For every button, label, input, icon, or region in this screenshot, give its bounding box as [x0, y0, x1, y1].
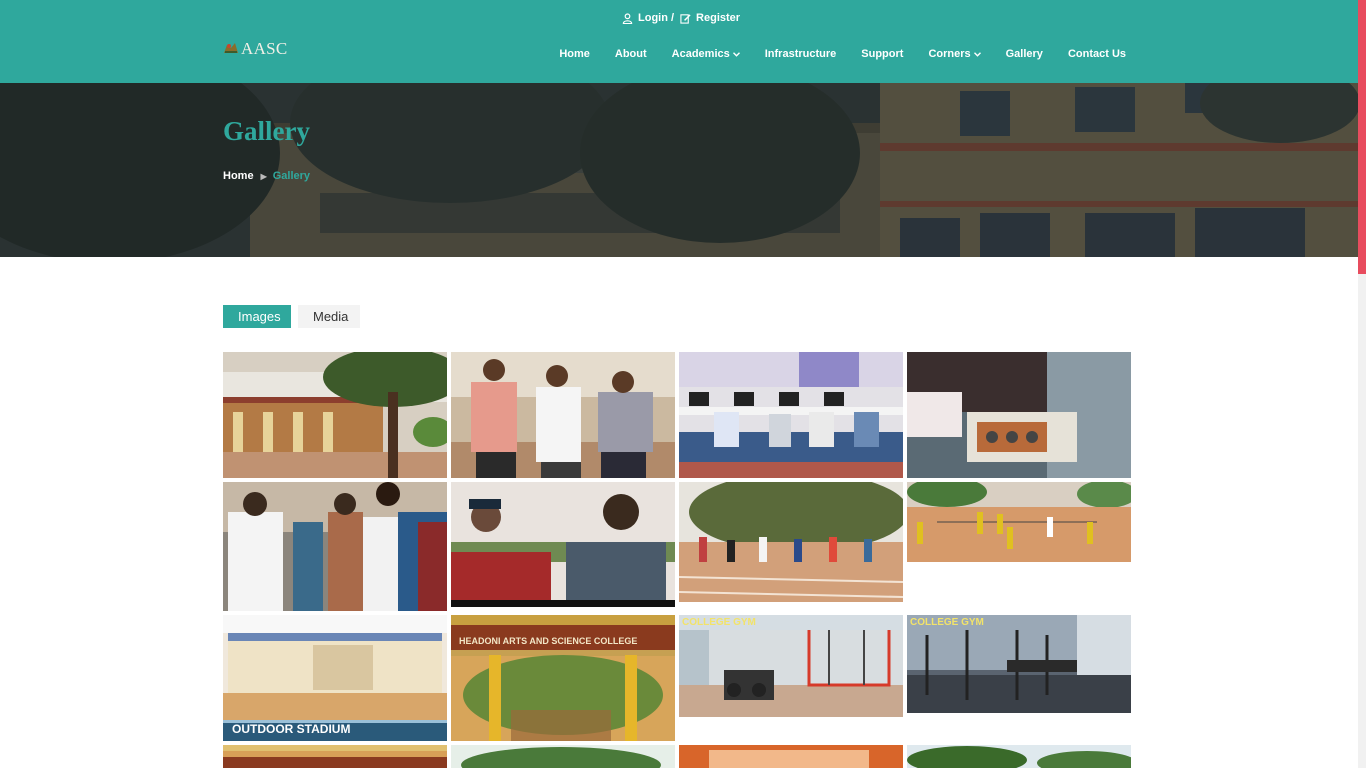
nav-gallery-label: Gallery	[1005, 48, 1043, 60]
gallery-image-garden[interactable]	[907, 745, 1131, 768]
user-icon	[622, 12, 633, 24]
page-scrollbar[interactable]	[1358, 0, 1366, 768]
nav-corners[interactable]: Corners	[928, 48, 981, 60]
register-label: Register	[696, 12, 741, 24]
gallery-image-track-race[interactable]	[679, 482, 903, 607]
college-gym-caption: COLLEGE GYM	[682, 617, 756, 628]
college-name-sign: HEADONI ARTS AND SCIENCE COLLEGE	[459, 636, 638, 646]
register-link[interactable]: Register	[680, 12, 740, 24]
gallery-image-visitors[interactable]	[451, 482, 675, 607]
tab-media[interactable]: Media	[298, 305, 360, 328]
account-bar: Login / Register	[622, 10, 740, 26]
gallery-image-award-handshake[interactable]	[223, 482, 447, 611]
gallery-image-computer-lab[interactable]	[679, 352, 903, 478]
site-logo[interactable]: AASC	[223, 39, 288, 59]
brand-name: AASC	[241, 39, 288, 58]
gallery-image-outdoor-stadium[interactable]: OUTDOOR STADIUM	[223, 615, 447, 741]
nav-infrastructure[interactable]: Infrastructure	[765, 48, 837, 60]
college-gym-caption-2: COLLEGE GYM	[910, 617, 984, 628]
gallery-image-college-gate[interactable]: HEADONI ARTS AND SCIENCE COLLEGE	[451, 615, 675, 741]
nav-gallery[interactable]: Gallery	[1006, 48, 1043, 60]
breadcrumb-home[interactable]: Home	[223, 170, 254, 182]
nav-contact-us[interactable]: Contact Us	[1068, 48, 1126, 60]
breadcrumb-current: Gallery	[272, 170, 311, 182]
tab-images[interactable]: Images	[223, 305, 291, 328]
gallery-image-campus-trees[interactable]	[451, 745, 675, 768]
nav-infrastructure-label: Infrastructure	[764, 48, 837, 60]
scrollbar-thumb[interactable]	[1358, 0, 1366, 274]
gallery-image-volleyball[interactable]	[907, 482, 1131, 562]
nav-home[interactable]: Home	[559, 48, 590, 60]
nav-academics-label: Academics	[671, 48, 730, 60]
nav-support[interactable]: Support	[861, 48, 903, 60]
nav-contact-us-label: Contact Us	[1067, 48, 1126, 60]
gallery-image-physics-lab[interactable]	[907, 352, 1131, 478]
gallery-image-college-gym-2[interactable]: COLLEGE GYM	[907, 615, 1131, 713]
nav-about-label: About	[614, 48, 647, 60]
nav-academics[interactable]: Academics	[672, 48, 740, 60]
gallery-tabs: Images Media	[223, 305, 360, 328]
gallery-image-auditorium[interactable]	[679, 745, 903, 768]
login-link[interactable]: Login /	[622, 12, 674, 24]
nav-support-label: Support	[861, 48, 904, 60]
breadcrumb: Home ▶ Gallery	[223, 170, 310, 182]
edit-icon	[680, 13, 691, 24]
college-crest-icon	[223, 39, 239, 59]
nav-corners-label: Corners	[928, 48, 971, 60]
nav-home-label: Home	[559, 48, 590, 60]
gallery-image-staff-group[interactable]	[451, 352, 675, 478]
login-label: Login /	[638, 12, 675, 24]
chevron-down-icon	[732, 48, 740, 60]
site-header: Login / Register AASC Home About Academi…	[0, 0, 1358, 83]
page-banner	[0, 83, 1358, 257]
gallery-image-college-building[interactable]	[223, 352, 447, 478]
chevron-down-icon	[973, 48, 981, 60]
main-nav: Home About Academics Infrastructure Supp…	[559, 48, 1126, 60]
page-title: Gallery	[223, 116, 310, 146]
nav-about[interactable]: About	[615, 48, 647, 60]
gallery-image-college-gym-1[interactable]: COLLEGE GYM	[679, 615, 903, 717]
outdoor-stadium-caption: OUTDOOR STADIUM	[232, 722, 351, 736]
breadcrumb-separator-icon: ▶	[260, 171, 267, 181]
gallery-image-college-sign[interactable]	[223, 745, 447, 768]
campus-building-image	[0, 83, 1358, 257]
